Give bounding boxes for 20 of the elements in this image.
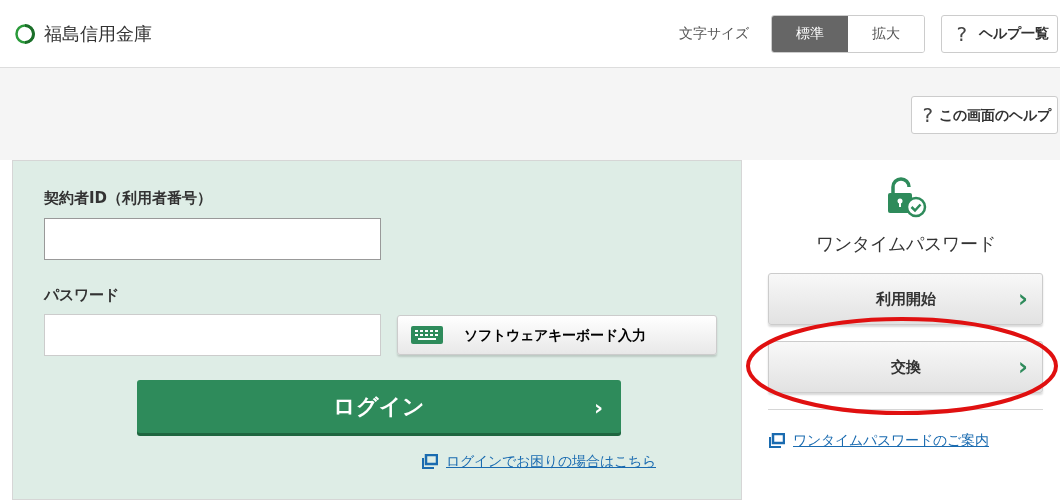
onetime-button[interactable]: 利用開始 ›	[768, 273, 1043, 325]
guide-link[interactable]: ワンタイムパスワードのご案内	[793, 430, 989, 451]
new-window-icon	[421, 454, 438, 469]
keyboard-button[interactable]: ソフトウェアキーボード入力	[397, 315, 717, 355]
field-label: 契約者ID（利用者番号）	[44, 188, 214, 209]
help-list-button[interactable]: ? ヘルプ一覧	[941, 14, 1058, 53]
screen-help-button[interactable]: ? この画面のヘルプ	[911, 96, 1058, 134]
field-label: パスワード	[44, 284, 120, 306]
logo-icon	[14, 22, 36, 45]
onetime-button[interactable]: 交換 ›	[768, 341, 1043, 393]
onetime-title: ワンタイムパスワード	[814, 232, 997, 256]
input-field[interactable]	[44, 217, 381, 260]
keyboard-icon	[410, 325, 444, 345]
login-button[interactable]: ログイン ›	[137, 380, 621, 433]
password-field[interactable]	[44, 314, 381, 356]
bank-name: 福島信用金庫	[44, 22, 152, 46]
font-size-label: 文字サイズ	[679, 24, 750, 43]
help-link[interactable]: ログインでお困りの場合はこちら	[446, 451, 656, 472]
font-size-option[interactable]: 標準	[772, 15, 849, 52]
new-window-icon	[768, 433, 785, 448]
